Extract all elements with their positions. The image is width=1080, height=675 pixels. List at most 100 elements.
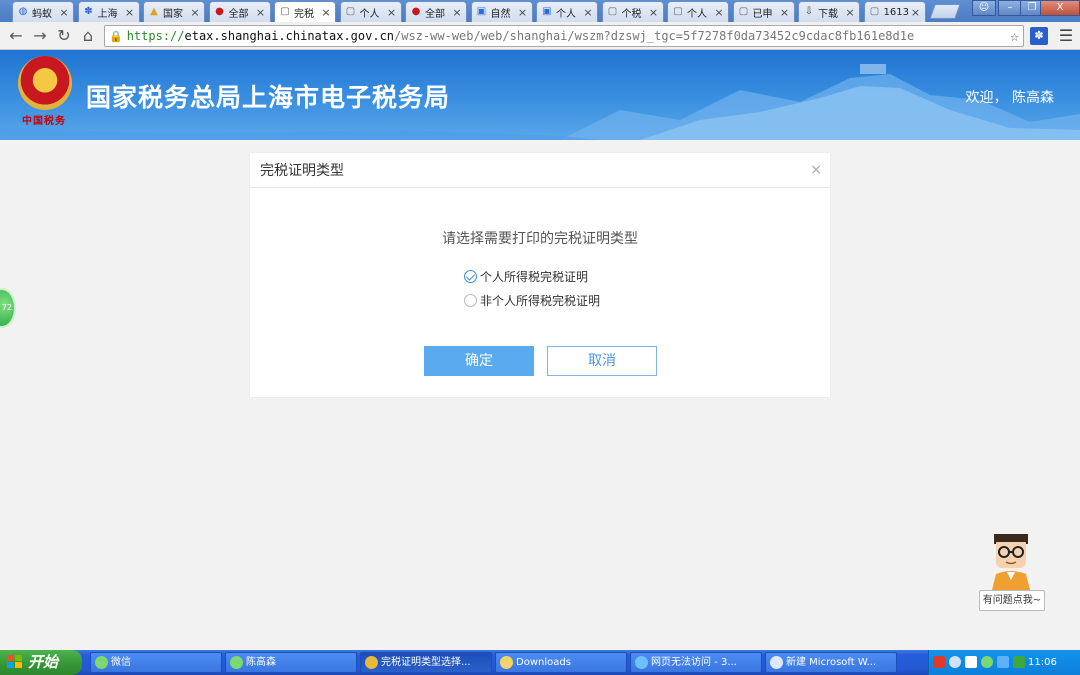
security-shield-icon[interactable] [1013,656,1025,668]
tab-label: 完税 [294,8,314,20]
tab-label: 蚂蚁 [32,8,52,20]
helper-label[interactable]: 有问题点我~ [979,590,1045,611]
tab-label: 个人 [556,8,576,20]
tab-label: 自然 [490,8,511,20]
window-close-button[interactable]: X [1040,0,1080,16]
windows-flag-icon [7,655,22,668]
minimize-button[interactable]: – [998,0,1022,16]
browser-tab[interactable]: ▢ 个人 × [667,1,729,22]
taskbar-item-label: 新建 Microsoft W... [786,657,877,668]
cancel-button[interactable]: 取消 [547,346,657,376]
user-icon[interactable]: ☺ [972,0,996,16]
tab-close-icon[interactable]: × [59,6,69,19]
tab-close-icon[interactable]: × [714,6,724,19]
dialog-title: 完税证明类型 [250,153,830,188]
radio-unchecked-icon[interactable] [464,294,477,307]
taskbar-item-label: 陈高森 [246,657,276,668]
tab-label: 全部 [228,8,249,20]
network-icon[interactable] [997,656,1009,668]
tab-close-icon[interactable]: × [125,6,135,19]
lock-icon: 🔒 [109,29,123,43]
browser-tab[interactable]: ▢ 1613 × [863,1,926,22]
browser-tab[interactable]: ▣ 个人 × [536,1,598,22]
paw-extension-icon[interactable]: ✽ [1030,27,1048,45]
tab-label: 1613 [883,6,909,18]
tab-close-icon[interactable]: × [845,6,855,19]
chrome-icon [365,656,378,669]
address-bar[interactable]: 🔒 https:// etax.shanghai.chinatax.gov.cn… [104,25,1024,47]
helper-avatar-icon[interactable] [988,530,1034,590]
taskbar-item[interactable]: 陈高森 [225,652,357,673]
tab-close-icon[interactable]: × [452,6,462,19]
emblem-icon: ● [215,6,224,17]
start-label: 开始 [28,653,59,671]
emblem-caption: 中国税务 [22,116,66,127]
bookmark-star-icon[interactable]: ☆ [1010,27,1019,45]
tab-close-icon[interactable]: × [911,6,921,19]
home-icon[interactable]: ⌂ [78,26,98,46]
tab-label: 下载 [818,8,838,20]
tab-label: 个税 [621,8,642,20]
browser-tab-strip: ◍ 蚂蚁 × ✽ 上海 × ▲ 国家 × ● 全部 × ▢ 完税 × ▢ 个人 × ● 全部 × ▣ 自然 × ▣ 个人 × ▢ 个税 ×… [0,0,1080,22]
tab-close-icon[interactable]: × [518,6,528,19]
tab-close-icon[interactable]: × [780,6,790,19]
navigation-bar: ← → ↻ ⌂ 🔒 https:// etax.shanghai.chinata… [0,22,1080,50]
national-emblem-icon [18,56,72,110]
tab-close-icon[interactable]: × [583,6,593,19]
page-icon: ▢ [345,6,356,17]
menu-icon[interactable]: ☰ [1056,26,1076,46]
language-icon[interactable] [949,656,961,668]
browser-tab[interactable]: ● 全部 × [208,1,271,22]
wechat-tray-icon[interactable] [981,656,993,668]
download-icon: ⇩ [804,6,814,17]
taskbar-item[interactable]: Downloads [495,652,627,673]
tab-close-icon[interactable]: × [649,6,659,19]
confirm-button[interactable]: 确定 [424,346,534,376]
floating-speed-ball[interactable]: 72 [0,288,16,328]
tax-icon: ▣ [542,6,552,17]
taskbar-item-label: 完税证明类型选择... [381,657,471,668]
option-personal-income-tax[interactable]: 个人所得税完税证明 [464,268,588,285]
tab-label: 国家 [163,8,183,20]
tab-close-icon[interactable]: × [387,6,397,19]
browser-tab[interactable]: ✽ 上海 × [77,1,140,22]
back-arrow-icon[interactable]: ← [6,26,26,46]
browser-tab[interactable]: ▢ 已申 × [732,1,795,22]
browser-tab[interactable]: ● 全部 × [405,1,467,22]
start-button[interactable]: 开始 [0,650,82,675]
browser-tab[interactable]: ▢ 完税 × [274,1,336,22]
page-icon: ▢ [607,6,618,17]
browser-tab[interactable]: ◍ 蚂蚁 × [12,1,74,22]
reload-icon[interactable]: ↻ [54,26,74,46]
forward-arrow-icon[interactable]: → [30,26,50,46]
taskbar-item-label: 网页无法访问 - 3... [651,657,737,668]
windows-taskbar: 开始 微信 陈高森 完税证明类型选择... Downloads 网页无法访问 - 3..… [0,650,1080,675]
radio-checked-icon[interactable] [464,270,477,283]
taskbar-item[interactable]: 新建 Microsoft W... [765,652,897,673]
option-non-personal-income-tax[interactable]: 非个人所得税完税证明 [464,292,600,309]
wechat-icon [230,656,243,669]
tab-close-icon[interactable]: × [190,6,200,19]
close-icon[interactable]: × [810,162,822,178]
word-icon [770,656,783,669]
new-tab-button[interactable] [929,4,961,19]
browser-tab[interactable]: ▢ 个税 × [601,1,664,22]
paw-icon: ✽ [84,6,93,17]
taskbar-item[interactable]: 微信 [90,652,222,673]
browser-tab[interactable]: ⇩ 下载 × [798,1,860,22]
notes-icon[interactable] [965,656,977,668]
tab-close-icon[interactable]: × [321,6,331,19]
system-tray [928,650,1080,675]
tab-label: 个人 [687,8,707,20]
browser-tab[interactable]: ▲ 国家 × [143,1,205,22]
browser-tab[interactable]: ▣ 自然 × [470,1,533,22]
dialog-prompt: 请选择需要打印的完税证明类型 [442,231,638,247]
page-icon: ▢ [280,6,290,17]
wechat-icon [95,656,108,669]
taskbar-item[interactable]: 完税证明类型选择... [360,652,492,673]
taskbar-item[interactable]: 网页无法访问 - 3... [630,652,762,673]
tab-close-icon[interactable]: × [256,6,266,19]
tax-icon: ▣ [476,6,487,17]
browser-tab[interactable]: ▢ 个人 × [339,1,402,22]
sogou-ime-icon[interactable] [933,656,945,668]
